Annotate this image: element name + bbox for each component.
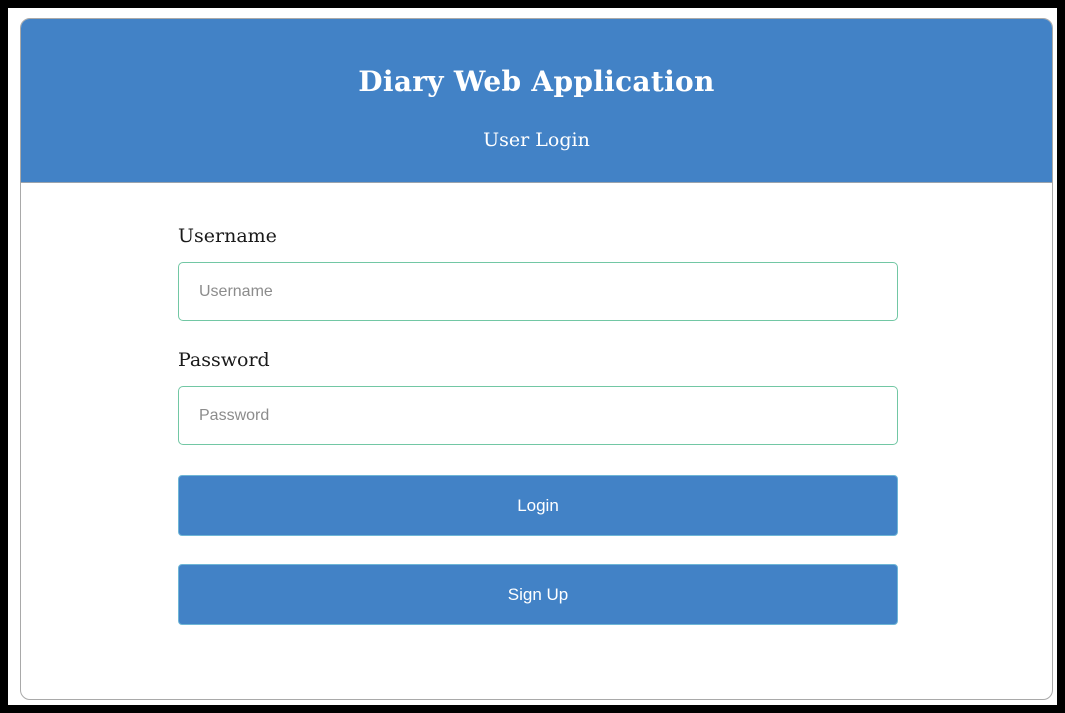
username-input[interactable] (178, 262, 898, 321)
login-header: Diary Web Application User Login (21, 19, 1052, 183)
username-label: Username (178, 225, 277, 247)
login-card: Diary Web Application User Login Usernam… (20, 18, 1053, 700)
login-button[interactable]: Login (178, 475, 898, 536)
password-input[interactable] (178, 386, 898, 445)
app-title: Diary Web Application (358, 65, 715, 98)
signup-button[interactable]: Sign Up (178, 564, 898, 625)
page-subtitle: User Login (483, 129, 590, 151)
page-frame: Diary Web Application User Login Usernam… (8, 8, 1057, 705)
password-label: Password (178, 349, 270, 371)
